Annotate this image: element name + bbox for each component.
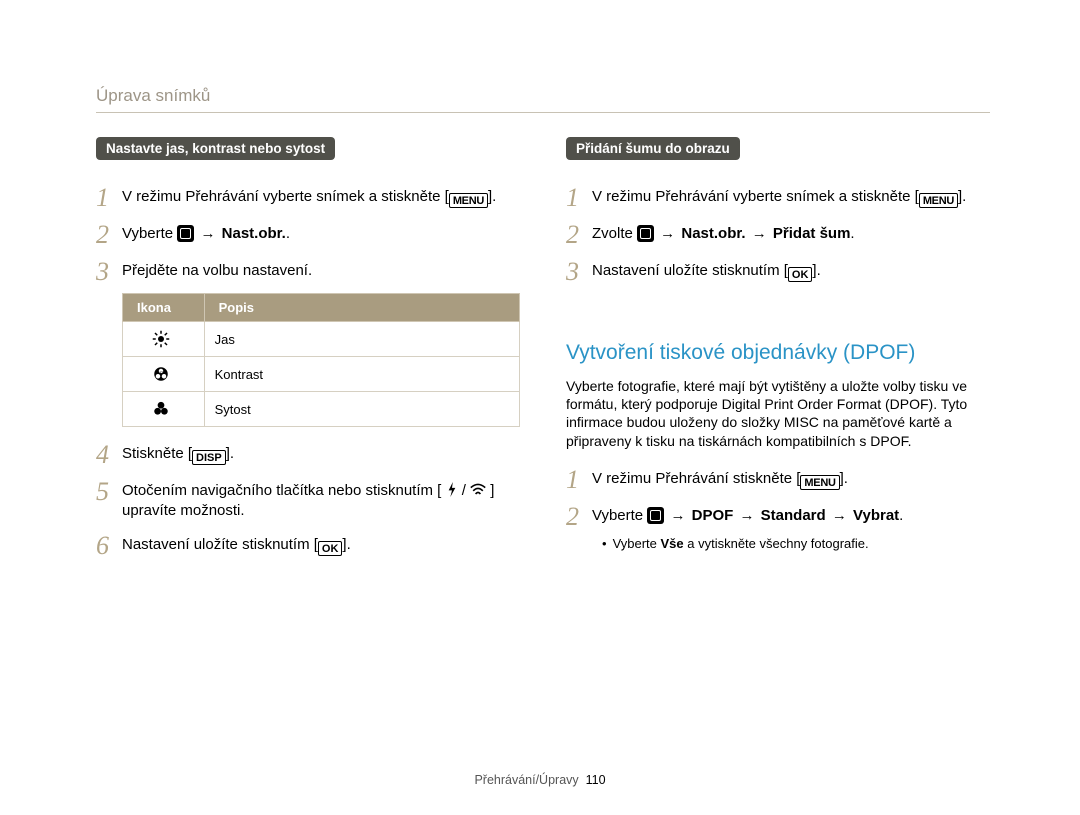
left-column: Nastavte jas, kontrast nebo sytost 1 V r… [96,137,520,565]
step-number: 4 [96,441,122,468]
menu-glyph: MENU [800,475,839,490]
step-text: Otočením navigačního tlačítka nebo stisk… [122,478,520,522]
page-footer: Přehrávání/Úpravy 110 [0,773,1080,787]
contrast-icon: ACB [152,365,170,383]
disp-glyph: DISP [192,450,226,465]
step-text: Nastavení uložíte stisknutím [OK]. [592,258,821,282]
left-step-1: 1 V režimu Přehrávání vyberte snímek a s… [96,184,520,211]
table-desc: Kontrast [204,357,519,392]
left-step-6: 6 Nastavení uložíte stisknutím [OK]. [96,532,520,559]
bullet-dot: • [602,536,613,551]
step-number: 2 [566,503,592,530]
step-text: V režimu Přehrávání vyberte snímek a sti… [592,184,966,208]
step-number: 5 [96,478,122,505]
dpof-paragraph: Vyberte fotografie, které mají být vytiš… [566,377,990,450]
dpof-sub-bullet: •Vyberte Vše a vytiskněte všechny fotogr… [602,536,990,551]
wifi-icon [470,483,486,497]
saturation-icon-cell [123,392,205,427]
step-number: 6 [96,532,122,559]
saturation-icon [152,400,170,418]
header-divider [96,112,990,113]
step-text: V režimu Přehrávání vyberte snímek a sti… [122,184,496,208]
step-number: 3 [566,258,592,285]
page-number: 110 [586,773,606,787]
svg-text:ACB: ACB [158,370,165,374]
left-step-5: 5 Otočením navigačního tlačítka nebo sti… [96,478,520,522]
subsection-pill-right: Přidání šumu do obrazu [566,137,740,160]
menu-glyph: MENU [919,193,958,208]
step-number: 3 [96,258,122,285]
dpof-heading: Vytvoření tiskové objednávky (DPOF) [566,341,990,365]
step-text: Zvolte → Nast.obr. → Přidat šum. [592,221,855,244]
left-step-3: 3 Přejděte na volbu nastavení. [96,258,520,285]
step-text: Přejděte na volbu nastavení. [122,258,312,281]
step-number: 1 [566,466,592,493]
table-header-icon: Ikona [123,294,205,322]
table-row: Jas [123,322,520,357]
table-row: Sytost [123,392,520,427]
edit-image-icon [637,225,654,242]
footer-section: Přehrávání/Úpravy [474,773,578,787]
flash-icon [446,482,458,497]
menu-glyph: MENU [449,193,488,208]
step-text: V režimu Přehrávání stiskněte [MENU]. [592,466,848,490]
step-number: 2 [96,221,122,248]
brightness-icon-cell [123,322,205,357]
dpof-step-1: 1 V režimu Přehrávání stiskněte [MENU]. [566,466,990,493]
ok-glyph: OK [318,541,343,556]
step-number: 2 [566,221,592,248]
contrast-icon-cell: ACB [123,357,205,392]
subsection-pill-left: Nastavte jas, kontrast nebo sytost [96,137,335,160]
edit-image-icon [177,225,194,242]
brightness-icon [152,330,170,348]
section-header: Úprava snímků [96,86,990,106]
step-text: Vyberte → DPOF → Standard → Vybrat. [592,503,903,526]
step-text: Nastavení uložíte stisknutím [OK]. [122,532,351,556]
left-step-2: 2 Vyberte → Nast.obr.. [96,221,520,248]
manual-page: Úprava snímků Nastavte jas, kontrast neb… [0,0,1080,815]
table-desc: Sytost [204,392,519,427]
table-row: ACB Kontrast [123,357,520,392]
table-desc: Jas [204,322,519,357]
table-header-desc: Popis [204,294,519,322]
left-step-4: 4 Stiskněte [DISP]. [96,441,520,468]
right-step-2: 2 Zvolte → Nast.obr. → Přidat šum. [566,221,990,248]
step-text: Vyberte → Nast.obr.. [122,221,290,244]
right-column: Přidání šumu do obrazu 1 V režimu Přehrá… [566,137,990,565]
ok-glyph: OK [788,267,813,282]
options-table: Ikona Popis [122,293,520,427]
step-number: 1 [566,184,592,211]
step-number: 1 [96,184,122,211]
right-step-3: 3 Nastavení uložíte stisknutím [OK]. [566,258,990,285]
two-column-layout: Nastavte jas, kontrast nebo sytost 1 V r… [96,137,990,565]
right-step-1: 1 V režimu Přehrávání vyberte snímek a s… [566,184,990,211]
dpof-step-2: 2 Vyberte → DPOF → Standard → Vybrat. [566,503,990,530]
step-text: Stiskněte [DISP]. [122,441,234,465]
settings-icon [647,507,664,524]
